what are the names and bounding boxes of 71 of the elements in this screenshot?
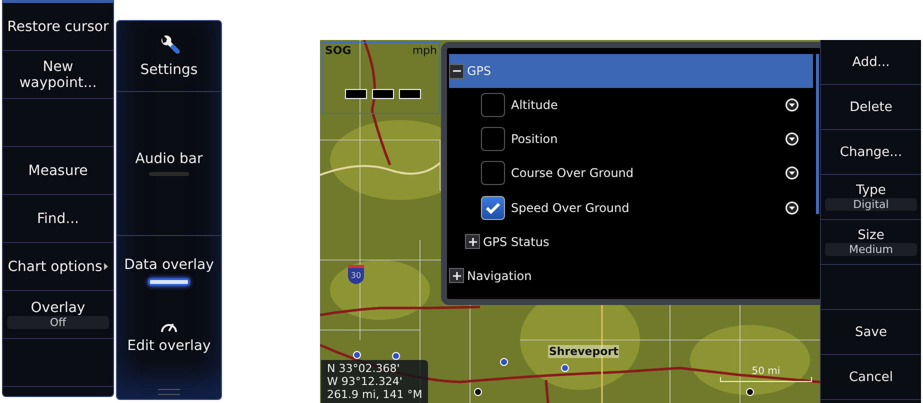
item-label: Position xyxy=(511,132,559,146)
menu-item[interactable]: Find... xyxy=(34,210,82,226)
menu-item[interactable]: Type Digital xyxy=(821,183,921,211)
map-marker-icon xyxy=(392,352,400,360)
tree-group-row[interactable]: Navigation xyxy=(449,258,813,293)
dropdown-icon xyxy=(785,200,799,215)
menu-item[interactable]: Data overlay xyxy=(124,256,214,286)
dash-placeholder xyxy=(345,89,367,99)
city-label: Shreveport xyxy=(548,345,620,358)
map-marker-icon xyxy=(500,358,508,366)
menu-item[interactable]: Measure xyxy=(26,162,90,178)
tree-item-row[interactable]: Altitude xyxy=(449,88,813,122)
menu-item[interactable]: Audio bar xyxy=(135,151,203,176)
menu-item[interactable]: Settings xyxy=(140,34,198,78)
value-field: Digital xyxy=(825,198,917,211)
menu-item[interactable]: Chart options xyxy=(6,258,110,274)
data-overlay-gauge[interactable]: SOG mph xyxy=(322,42,440,114)
dropdown-icon xyxy=(785,132,799,146)
menu-item[interactable]: Save xyxy=(853,324,889,340)
expand-icon[interactable] xyxy=(465,234,480,250)
gauge-unit: mph xyxy=(412,44,437,57)
dash-placeholder xyxy=(399,89,421,99)
position-text: 261.9 mi, 141 °M xyxy=(327,388,422,401)
group-label: GPS xyxy=(467,64,492,78)
menu-item[interactable]: New waypoint... xyxy=(16,58,100,90)
tree-item-row[interactable]: Position xyxy=(449,122,813,156)
item-label: Size xyxy=(858,228,884,243)
item-label: Speed Over Ground xyxy=(511,200,630,215)
dropdown-icon xyxy=(785,98,799,112)
menu-item[interactable]: Cancel xyxy=(846,370,896,384)
menu-item[interactable]: Add... xyxy=(850,54,892,70)
chart-map[interactable]: SOG mph 30 Shreveport N 33°02.368' W 93°12.324' 261.9 mi, 141 °M 50 mi GPS Altitude Position Course Over Ground Speed Over Ground GPS Status Navigation xyxy=(320,40,820,403)
menu-item[interactable]: Restore cursor xyxy=(5,18,111,34)
dropdown-icon xyxy=(785,166,799,180)
map-marker-icon xyxy=(561,364,569,372)
item-label: Overlay xyxy=(30,300,86,316)
item-label: Type xyxy=(856,183,886,198)
group-label: GPS Status xyxy=(483,234,550,249)
item-label: Altitude xyxy=(511,98,559,112)
position-text: N 33°02.368' xyxy=(327,362,401,375)
tree-group-row[interactable]: GPS xyxy=(449,54,813,88)
drag-handle[interactable] xyxy=(158,389,180,395)
map-marker-icon xyxy=(474,388,482,396)
item-label: Course Over Ground xyxy=(511,166,635,180)
submenu-arrow-icon xyxy=(104,263,108,270)
collapse-icon[interactable] xyxy=(449,64,464,79)
checkbox[interactable] xyxy=(481,127,505,152)
menu-item[interactable]: Delete xyxy=(848,100,894,114)
menu-item[interactable]: Overlay Off xyxy=(3,300,113,329)
expand-icon[interactable] xyxy=(449,268,464,284)
checkmark-icon xyxy=(485,202,501,214)
value-field: Medium xyxy=(825,243,917,256)
tree-group-row[interactable]: GPS Status xyxy=(449,224,813,259)
scrollbar[interactable] xyxy=(816,54,819,214)
tree-item-row[interactable]: Course Over Ground xyxy=(449,156,813,191)
checkbox[interactable] xyxy=(481,196,505,220)
position-text: W 93°12.324' xyxy=(327,375,404,388)
map-marker-icon xyxy=(746,388,754,396)
highway-shield: 30 xyxy=(348,265,364,284)
checkbox[interactable] xyxy=(481,161,505,186)
dash-placeholder xyxy=(372,89,394,99)
gauge-label: SOG xyxy=(325,44,352,57)
value-field: Off xyxy=(7,316,109,329)
menu-item[interactable]: Change... xyxy=(838,144,904,160)
group-label: Navigation xyxy=(467,268,532,283)
map-marker-icon xyxy=(353,351,361,359)
scale-label: 50 mi xyxy=(752,366,780,377)
menu-item[interactable]: Edit overlay xyxy=(127,318,211,354)
menu-item[interactable]: Size Medium xyxy=(821,228,921,256)
checkbox[interactable] xyxy=(481,93,505,118)
tree-item-row[interactable]: Speed Over Ground xyxy=(449,190,813,225)
